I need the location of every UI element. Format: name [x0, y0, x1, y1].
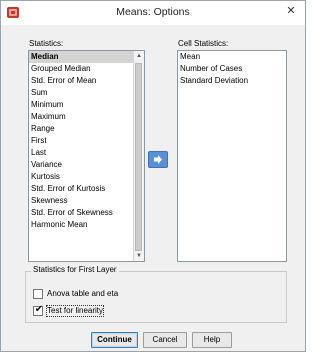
cell-statistics-list-item[interactable]: Standard Deviation — [178, 75, 286, 87]
first-layer-title: Statistics for First Layer — [31, 265, 119, 274]
statistics-list: Median Grouped Median Std. Error of Mean Su… — [29, 51, 144, 231]
statistics-list-item[interactable]: Variance — [29, 159, 144, 171]
cell-statistics-list: Mean Number of Cases Standard Deviation — [178, 51, 286, 87]
statistics-list-item[interactable]: Harmonic Mean — [29, 219, 144, 231]
statistics-list-item[interactable]: Sum — [29, 87, 144, 99]
statistics-list-item[interactable]: Minimum — [29, 99, 144, 111]
window-title: Means: Options — [116, 6, 190, 18]
statistics-list-item[interactable]: Skewness — [29, 195, 144, 207]
statistics-list-item[interactable]: Grouped Median — [29, 63, 144, 75]
title-bar: Means: Options ✕ — [1, 1, 305, 25]
statistics-list-item[interactable]: Last — [29, 147, 144, 159]
scroll-thumb[interactable] — [135, 63, 142, 251]
statistics-list-item[interactable]: Maximum — [29, 111, 144, 123]
linearity-label: Test for linearity — [45, 305, 105, 317]
scroll-down-icon[interactable]: ▼ — [134, 251, 144, 261]
move-to-cell-statistics-button[interactable] — [148, 151, 168, 168]
cancel-button[interactable]: Cancel — [143, 332, 187, 348]
close-button[interactable]: ✕ — [280, 3, 302, 20]
statistics-list-item[interactable]: First — [29, 135, 144, 147]
statistics-list-item[interactable]: Std. Error of Kurtosis — [29, 183, 144, 195]
statistics-list-item[interactable]: Range — [29, 123, 144, 135]
statistics-list-item[interactable]: Median — [29, 51, 144, 63]
close-icon: ✕ — [286, 5, 296, 17]
statistics-label: Statistics: — [29, 39, 64, 48]
cell-statistics-label: Cell Statistics: — [178, 39, 229, 48]
means-options-dialog: Means: Options ✕ Statistics: Median Group… — [0, 0, 306, 352]
anova-checkbox[interactable] — [33, 289, 43, 299]
statistics-scrollbar[interactable]: ▲ ▼ — [133, 51, 144, 261]
help-button[interactable]: Help — [192, 332, 232, 348]
linearity-checkbox[interactable]: ✔ — [33, 304, 44, 316]
cell-statistics-list-item[interactable]: Mean — [178, 51, 286, 63]
statistics-listbox[interactable]: Median Grouped Median Std. Error of Mean Su… — [28, 50, 145, 262]
statistics-list-item[interactable]: Std. Error of Mean — [29, 75, 144, 87]
continue-button[interactable]: Continue — [91, 332, 138, 348]
checkmark-icon: ✔ — [34, 304, 44, 315]
statistics-list-item[interactable]: Std. Error of Skewness — [29, 207, 144, 219]
arrow-right-icon — [154, 155, 162, 164]
statistics-list-item[interactable]: Kurtosis — [29, 171, 144, 183]
cell-statistics-list-item[interactable]: Number of Cases — [178, 63, 286, 75]
scroll-up-icon[interactable]: ▲ — [134, 51, 144, 61]
cell-statistics-listbox[interactable]: Mean Number of Cases Standard Deviation — [177, 50, 287, 262]
anova-label: Anova table and eta — [47, 289, 119, 298]
